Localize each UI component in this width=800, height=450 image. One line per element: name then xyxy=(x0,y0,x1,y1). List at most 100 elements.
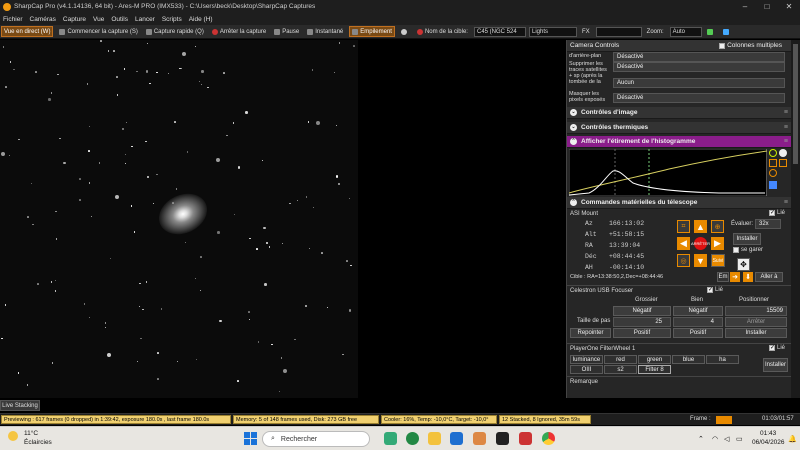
menu-file[interactable]: Fichier xyxy=(3,16,23,23)
start-icon[interactable] xyxy=(244,432,257,445)
rate-select[interactable]: 32x xyxy=(755,219,781,229)
goto-down-icon[interactable]: ⬇ xyxy=(743,272,753,282)
scrollbar-thumb[interactable] xyxy=(793,44,798,164)
image-controls-header[interactable]: ⌄ Contrôles d'image ≡ xyxy=(567,107,791,119)
app-icon-5[interactable] xyxy=(473,432,486,445)
filter-red[interactable]: red xyxy=(604,355,637,364)
app-icon-6[interactable] xyxy=(496,432,509,445)
mount-install-button[interactable]: Installer xyxy=(733,233,761,245)
coarse-positive-button[interactable]: Positif xyxy=(613,328,671,338)
menu-cameras[interactable]: Caméras xyxy=(30,16,56,23)
park-toggle[interactable]: se garer xyxy=(733,247,763,253)
filter-s2[interactable]: s2 xyxy=(604,365,637,374)
filterwheel-linked-toggle[interactable]: Lié xyxy=(769,344,785,351)
multi-columns-toggle[interactable]: Colonnes multiples xyxy=(719,42,782,49)
notifications-icon[interactable]: 🔔 xyxy=(788,435,797,443)
menu-icon[interactable]: ≡ xyxy=(784,138,788,145)
start-capture-button[interactable]: Commencer la capture (S) xyxy=(57,26,139,37)
satellite-select[interactable]: Désactivé xyxy=(613,62,785,72)
mount-linked-toggle[interactable]: Lié xyxy=(769,209,785,216)
filterwheel-install-button[interactable]: Installer xyxy=(763,358,788,372)
en-button[interactable]: Em xyxy=(717,272,729,282)
fine-positive-button[interactable]: Positif xyxy=(673,328,723,338)
record-indicator[interactable] xyxy=(399,26,411,37)
battery-icon[interactable]: ▭ xyxy=(736,435,743,443)
histogram-header[interactable]: ⌃ Afficher l'étirement de l'histogramme ≡ xyxy=(567,136,791,148)
app-icon-7[interactable] xyxy=(519,432,532,445)
file-explorer-icon[interactable] xyxy=(428,432,441,445)
filter-blue[interactable]: blue xyxy=(672,355,705,364)
filter-green[interactable]: green xyxy=(638,355,671,364)
focuser-stop-button[interactable]: Arrêter xyxy=(725,317,787,327)
spiral-search-button[interactable]: ⌗ xyxy=(677,220,690,233)
app-icon-2[interactable] xyxy=(406,432,419,445)
settings-tool-icon[interactable] xyxy=(721,26,733,37)
goto-arrow-icon[interactable]: ➜ xyxy=(730,272,740,282)
camera-controls-header[interactable]: Camera Controls Colonnes multiples xyxy=(567,40,791,52)
clock-time[interactable]: 01:43 xyxy=(760,430,776,437)
crosshair-icon[interactable]: ✥ xyxy=(737,258,750,271)
live-stacking-tab[interactable]: Live Stacking xyxy=(0,400,40,411)
menu-help[interactable]: Aide (H) xyxy=(189,16,213,23)
wifi-icon[interactable]: ◠ xyxy=(712,435,718,443)
menu-view[interactable]: Vue xyxy=(93,16,104,23)
zoom-select[interactable]: Auto xyxy=(669,26,702,37)
filter-oiii[interactable]: OIII xyxy=(570,365,603,374)
histogram-plot[interactable] xyxy=(569,149,767,196)
quick-capture-button[interactable]: Capture rapide (Q) xyxy=(144,26,206,37)
north-button[interactable]: ▲ xyxy=(694,220,707,233)
thermal-controls-header[interactable]: ⌄ Contrôles thermiques ≡ xyxy=(567,122,791,134)
panel-scrollbar[interactable] xyxy=(791,40,800,398)
reset-icon[interactable] xyxy=(769,169,777,177)
taskbar-search[interactable]: ⌕ Rechercher xyxy=(262,431,370,447)
minimize-icon[interactable]: – xyxy=(734,2,756,11)
weather-icon[interactable] xyxy=(8,431,18,441)
move-icon[interactable] xyxy=(769,159,777,167)
filter-luminance[interactable]: luminance xyxy=(570,355,603,364)
west-button[interactable]: ◀ xyxy=(677,237,690,250)
frame-type-select[interactable]: Lights xyxy=(528,26,577,37)
mask-select[interactable]: Désactivé xyxy=(613,93,785,103)
fine-step-field[interactable]: 4 xyxy=(673,317,723,327)
south-button[interactable]: ▼ xyxy=(694,254,707,267)
home-button[interactable]: ◎ xyxy=(677,254,690,267)
fx-select[interactable] xyxy=(595,26,642,37)
position-field[interactable]: 15509 xyxy=(725,306,787,316)
app-icon-1[interactable] xyxy=(384,432,397,445)
lock-icon[interactable] xyxy=(779,159,787,167)
tracking-button[interactable]: Suivi xyxy=(711,254,725,267)
live-view-button[interactable]: Vue en direct (W) xyxy=(1,26,54,37)
coarse-step-field[interactable]: 25 xyxy=(613,317,671,327)
filter-8[interactable]: Filter 8 xyxy=(638,365,671,374)
pause-button[interactable]: Pause xyxy=(272,26,301,37)
maximize-icon[interactable]: □ xyxy=(756,2,778,11)
menu-icon[interactable]: ≡ xyxy=(784,199,788,206)
auto-stretch-icon[interactable] xyxy=(769,149,777,157)
focuser-install-button[interactable]: Installer xyxy=(725,328,787,338)
goto-button[interactable]: Aller à xyxy=(755,272,783,282)
menu-tools[interactable]: Outils xyxy=(111,16,128,23)
volume-icon[interactable]: ◁ xyxy=(724,435,729,443)
option-select[interactable]: Aucun xyxy=(613,78,785,88)
east-button[interactable]: ▶ xyxy=(711,237,724,250)
filter-ha[interactable]: ha xyxy=(706,355,739,364)
menu-icon[interactable]: ≡ xyxy=(784,109,788,116)
menu-launch[interactable]: Lancer xyxy=(135,16,155,23)
menu-icon[interactable]: ≡ xyxy=(784,124,788,131)
image-viewer[interactable] xyxy=(0,40,358,398)
telescope-header[interactable]: ⌃ Commandes matérielles du télescope ≡ xyxy=(567,197,791,209)
save-icon[interactable] xyxy=(769,181,777,189)
weather-temp[interactable]: 11°C xyxy=(24,430,38,437)
stack-button[interactable]: Empilement xyxy=(349,26,395,37)
stop-button[interactable]: ARRÊTER xyxy=(691,237,710,250)
snapshot-button[interactable]: Instantané xyxy=(305,26,345,37)
align-button[interactable]: ⊕ xyxy=(711,220,724,233)
stop-capture-button[interactable]: Arrêter la capture xyxy=(210,26,268,37)
edge-icon[interactable] xyxy=(450,432,463,445)
chrome-icon[interactable] xyxy=(542,432,555,445)
tray-chevron-icon[interactable]: ⌃ xyxy=(698,435,704,443)
focuser-reset-button[interactable]: Repointer xyxy=(570,328,611,338)
histogram-tool-icon[interactable] xyxy=(705,26,717,37)
focuser-linked-toggle[interactable]: Lié xyxy=(707,286,723,293)
menu-capture[interactable]: Capture xyxy=(63,16,86,23)
